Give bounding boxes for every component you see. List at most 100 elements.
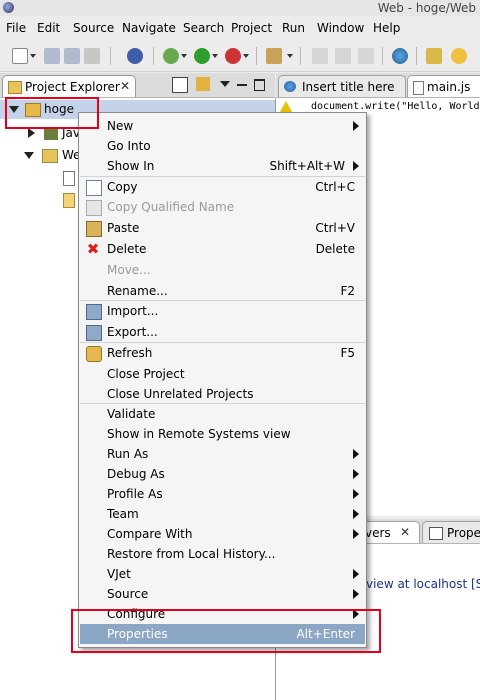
tab-insert-title-here[interactable]: Insert title here xyxy=(278,75,406,97)
menu-run[interactable]: Run xyxy=(282,21,305,35)
save-all-icon[interactable] xyxy=(64,48,80,64)
delete-icon: ✖ xyxy=(86,240,100,258)
tab-main-js[interactable]: main.js xyxy=(407,75,480,97)
link-with-editor-icon[interactable] xyxy=(196,77,210,91)
menu-file[interactable]: File xyxy=(6,21,26,35)
menu-item-copy-qualified-name[interactable]: Copy Qualified Name xyxy=(80,197,365,217)
html-file-icon xyxy=(284,81,296,92)
menu-project[interactable]: Project xyxy=(231,21,272,35)
menu-item-restore-local-history[interactable]: Restore from Local History... xyxy=(80,544,365,564)
submenu-arrow-icon xyxy=(353,161,359,171)
expand-icon[interactable] xyxy=(24,152,34,159)
menu-search[interactable]: Search xyxy=(183,21,224,35)
tab-project-explorer[interactable]: Project Explorer ✕ xyxy=(2,75,136,97)
menu-item-label: Source xyxy=(107,587,149,601)
js-file-icon[interactable] xyxy=(63,193,75,208)
brush-icon[interactable] xyxy=(266,48,282,64)
javascript-resources-icon xyxy=(44,128,58,140)
menu-item-rename[interactable]: Rename... F2 xyxy=(80,281,365,301)
external-tools-dropdown-icon[interactable] xyxy=(243,54,249,58)
close-icon[interactable]: ✕ xyxy=(120,79,130,93)
maximize-icon[interactable] xyxy=(254,79,265,91)
toolbar-separator xyxy=(110,47,111,65)
show-whitespace-icon[interactable] xyxy=(358,48,374,64)
menu-item-paste[interactable]: Paste Ctrl+V xyxy=(80,218,365,238)
tab-properties[interactable]: Prope xyxy=(422,521,480,543)
menu-item-label: Move... xyxy=(107,263,151,277)
run-icon[interactable] xyxy=(194,48,210,64)
menu-item-profile-as[interactable]: Profile As xyxy=(80,484,365,504)
toggle-mark-icon[interactable] xyxy=(312,48,328,64)
menu-item-close-unrelated-projects[interactable]: Close Unrelated Projects xyxy=(80,384,365,404)
menu-item-run-as[interactable]: Run As xyxy=(80,444,365,464)
menu-item-label: Delete xyxy=(107,242,147,256)
menu-item-label: Paste xyxy=(107,221,140,235)
code-line[interactable]: document.write("Hello, World!"); xyxy=(311,101,480,112)
file-icon[interactable] xyxy=(63,171,75,186)
run-dropdown-icon[interactable] xyxy=(212,54,218,58)
menu-item-show-in-remote-systems[interactable]: Show in Remote Systems view xyxy=(80,424,365,444)
menu-item-source[interactable]: Source xyxy=(80,584,365,604)
menu-item-label: Compare With xyxy=(107,527,193,541)
print-icon[interactable] xyxy=(84,48,100,64)
star-icon[interactable] xyxy=(451,48,467,64)
menu-item-label: Show In xyxy=(107,159,155,173)
external-tools-icon[interactable] xyxy=(225,48,241,64)
menu-help[interactable]: Help xyxy=(373,21,400,35)
menu-item-show-in[interactable]: Show In Shift+Alt+W xyxy=(80,156,365,176)
new-dropdown-icon[interactable] xyxy=(30,54,36,58)
folder-icon xyxy=(42,149,58,163)
menu-item-compare-with[interactable]: Compare With xyxy=(80,524,365,544)
save-icon[interactable] xyxy=(44,48,60,64)
menu-source[interactable]: Source xyxy=(73,21,114,35)
menu-item-new[interactable]: New xyxy=(80,116,365,136)
menu-item-label: Export... xyxy=(107,325,158,339)
menu-item-import[interactable]: Import... xyxy=(80,301,365,321)
toggle-block-icon[interactable] xyxy=(335,48,351,64)
debug-dropdown-icon[interactable] xyxy=(181,54,187,58)
toolbar-separator xyxy=(256,47,257,65)
menu-item-vjet[interactable]: VJet xyxy=(80,564,365,584)
close-icon[interactable]: ✕ xyxy=(400,525,410,539)
minimize-icon[interactable] xyxy=(237,84,247,86)
gear-icon[interactable] xyxy=(127,48,143,64)
collapse-icon[interactable] xyxy=(28,128,35,138)
server-row[interactable]: view at localhost [Sta xyxy=(366,577,480,591)
toolbar-separator xyxy=(382,47,383,65)
menu-item-shortcut: Delete xyxy=(315,242,355,256)
collapse-all-icon[interactable] xyxy=(172,77,188,93)
menu-item-delete[interactable]: ✖ Delete Delete xyxy=(80,239,365,259)
menu-item-close-project[interactable]: Close Project xyxy=(80,364,365,384)
folder-icon xyxy=(8,81,22,94)
menu-item-shortcut: Shift+Alt+W xyxy=(269,159,346,173)
menu-navigate[interactable]: Navigate xyxy=(122,21,176,35)
tab-label: Insert title here xyxy=(302,80,395,94)
tab-label: Prope xyxy=(447,526,480,540)
brush-dropdown-icon[interactable] xyxy=(287,54,293,58)
menu-edit[interactable]: Edit xyxy=(37,21,60,35)
new-folder-icon[interactable] xyxy=(426,48,442,64)
properties-icon xyxy=(429,527,443,540)
main-toolbar xyxy=(0,41,480,72)
menu-item-team[interactable]: Team xyxy=(80,504,365,524)
menu-item-label: Copy Qualified Name xyxy=(107,200,235,214)
menu-item-export[interactable]: Export... xyxy=(80,322,365,342)
menu-item-move[interactable]: Move... xyxy=(80,260,365,280)
menu-item-label: Profile As xyxy=(107,487,163,501)
menu-window[interactable]: Window xyxy=(317,21,364,35)
menu-item-shortcut: Ctrl+C xyxy=(315,180,355,194)
tab-label: main.js xyxy=(427,80,471,94)
menu-item-go-into[interactable]: Go Into xyxy=(80,136,365,156)
tab-project-explorer-label: Project Explorer xyxy=(25,80,120,94)
context-menu: New Go Into Show In Shift+Alt+W Copy Ctr… xyxy=(78,112,367,648)
menu-item-copy[interactable]: Copy Ctrl+C xyxy=(80,177,365,197)
debug-icon[interactable] xyxy=(163,48,179,64)
menu-item-refresh[interactable]: Refresh F5 xyxy=(80,343,365,363)
new-icon[interactable] xyxy=(12,48,28,64)
menu-item-validate[interactable]: Validate xyxy=(80,404,365,424)
globe-icon[interactable] xyxy=(392,48,408,64)
view-menu-icon[interactable] xyxy=(220,81,230,87)
import-icon xyxy=(86,304,102,320)
menu-item-debug-as[interactable]: Debug As xyxy=(80,464,365,484)
menu-item-label: Validate xyxy=(107,407,156,421)
